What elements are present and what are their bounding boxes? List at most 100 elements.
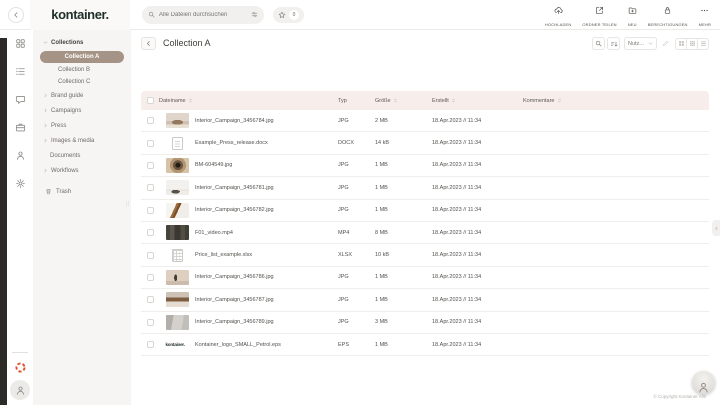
file-created: 18.Apr.2023 // 11:34 xyxy=(432,140,523,146)
person-photo-icon xyxy=(697,381,710,394)
grid-large-icon xyxy=(678,40,685,47)
row-checkbox[interactable] xyxy=(147,252,154,259)
sidebar-item-collection-b[interactable]: Collection B xyxy=(33,64,131,76)
action-label: BERECHTIGUNGEN xyxy=(648,22,688,27)
file-name: Price_list_example.xlsx xyxy=(195,252,338,258)
table-row[interactable]: Price_list_example.xlsx XLSX 10 kB 18.Ap… xyxy=(141,244,709,266)
search-input[interactable] xyxy=(159,12,247,18)
table-row[interactable]: F01_video.mp4 MP4 8 MB 18.Apr.2023 // 11… xyxy=(141,222,709,244)
file-name: Example_Press_release.docx xyxy=(195,140,338,146)
workspace-briefcase-icon[interactable] xyxy=(15,122,26,133)
row-checkbox[interactable] xyxy=(147,140,154,147)
table-row[interactable]: Interior_Campaign_3456789.jpg JPG 3 MB 1… xyxy=(141,312,709,334)
account-avatar[interactable] xyxy=(10,380,30,400)
more-dots-icon xyxy=(700,2,709,20)
view-list-button[interactable] xyxy=(697,38,709,50)
list-view-icon[interactable] xyxy=(15,66,26,77)
column-header-erstellt[interactable]: Erstellt xyxy=(432,98,523,104)
share-folder-button[interactable]: ORDNER TEILEN xyxy=(582,2,616,27)
file-size: 1 MB xyxy=(375,274,432,280)
table-row[interactable]: kontainer. Kontainer_logo_SMALL_Petrol.e… xyxy=(141,334,709,356)
permissions-button[interactable]: BERECHTIGUNGEN xyxy=(648,2,688,27)
edit-icon[interactable] xyxy=(662,40,669,47)
row-checkbox[interactable] xyxy=(147,274,154,281)
sidebar-item-brand-guide[interactable]: Brand guide xyxy=(33,88,131,103)
row-checkbox[interactable] xyxy=(147,207,154,214)
row-checkbox[interactable] xyxy=(147,341,154,348)
column-header-kommentare[interactable]: Kommentare xyxy=(523,98,709,104)
sidebar: CollectionsCollection ACollection BColle… xyxy=(33,30,131,405)
table-row[interactable]: BM-604549.jpg JPG 1 MB 18.Apr.2023 // 11… xyxy=(141,155,709,177)
action-label: ORDNER TEILEN xyxy=(582,22,616,27)
row-checkbox[interactable] xyxy=(147,184,154,191)
row-checkbox[interactable] xyxy=(147,229,154,236)
more-button[interactable]: MEHR xyxy=(699,2,711,27)
table-row[interactable]: Example_Press_release.docx DOCX 14 kB 18… xyxy=(141,132,709,154)
row-checkbox[interactable] xyxy=(147,162,154,169)
file-size: 1 MB xyxy=(375,342,432,348)
global-search[interactable] xyxy=(142,6,264,24)
table-row[interactable]: Interior_Campaign_3456782.jpg JPG 1 MB 1… xyxy=(141,200,709,222)
file-type: EPS xyxy=(338,342,375,348)
users-icon[interactable] xyxy=(15,150,26,161)
column-header-typ[interactable]: Typ xyxy=(338,98,375,104)
file-name: Interior_Campaign_3456781.jpg xyxy=(195,185,338,191)
search-in-folder-button[interactable] xyxy=(592,37,605,50)
comments-icon[interactable] xyxy=(15,94,26,105)
sidebar-item-collection-c[interactable]: Collection C xyxy=(33,76,131,88)
file-type: JPG xyxy=(338,297,375,303)
filter-sliders-icon[interactable] xyxy=(251,11,258,18)
favorites-button[interactable]: 0 xyxy=(273,7,304,23)
collapse-back-button[interactable] xyxy=(8,7,24,23)
table-row[interactable]: Interior_Campaign_3456781.jpg JPG 1 MB 1… xyxy=(141,177,709,199)
sidebar-item-collection-a[interactable]: Collection A xyxy=(40,51,124,63)
chevron-right-icon xyxy=(43,108,48,113)
dashboard-grid-icon[interactable] xyxy=(15,38,26,49)
support-chat-avatar[interactable] xyxy=(692,371,715,394)
right-panel-toggle[interactable] xyxy=(712,220,720,236)
sidebar-item-campaigns[interactable]: Campaigns xyxy=(33,103,131,118)
sort-button[interactable] xyxy=(607,37,620,50)
file-created: 18.Apr.2023 // 11:34 xyxy=(432,230,523,236)
sidebar-item-press[interactable]: Press xyxy=(33,118,131,133)
table-row[interactable]: Interior_Campaign_3456786.jpg JPG 1 MB 1… xyxy=(141,267,709,289)
app-logo[interactable]: kontainer. xyxy=(30,0,130,30)
file-created: 18.Apr.2023 // 11:34 xyxy=(432,252,523,258)
content-toolbar: Nutz... xyxy=(592,37,709,50)
collapsed-panel-strip[interactable] xyxy=(0,38,7,405)
sidebar-item-images-media[interactable]: Images & media xyxy=(33,133,131,148)
select-all-checkbox[interactable] xyxy=(147,97,154,104)
new-button[interactable]: NEU xyxy=(628,2,637,27)
sidebar-item-trash[interactable]: Trash xyxy=(33,184,131,199)
row-checkbox[interactable] xyxy=(147,296,154,303)
search-icon xyxy=(148,11,155,18)
sidebar-item-documents[interactable]: Documents xyxy=(33,148,131,163)
sidebar-item-collections[interactable]: Collections xyxy=(33,35,131,50)
table-row[interactable]: Interior_Campaign_3456784.jpg JPG 2 MB 1… xyxy=(141,110,709,132)
column-header-groesse[interactable]: Größe xyxy=(375,98,432,104)
back-button[interactable] xyxy=(141,37,156,50)
settings-gear-icon[interactable] xyxy=(15,178,26,189)
file-created: 18.Apr.2023 // 11:34 xyxy=(432,297,523,303)
chevron-left-icon xyxy=(12,11,20,19)
sidebar-item-workflows[interactable]: Workflows xyxy=(33,163,131,178)
file-type: JPG xyxy=(338,319,375,325)
chevron-right-icon xyxy=(43,93,48,98)
help-support-icon[interactable] xyxy=(14,361,27,374)
sidebar-resize-handle[interactable] xyxy=(124,200,131,209)
upload-button[interactable]: HOCHLADEN xyxy=(545,2,571,27)
column-header-dateiname[interactable]: Dateiname xyxy=(159,98,338,104)
icon-rail xyxy=(0,30,33,405)
file-type: XLSX xyxy=(338,252,375,258)
action-label: HOCHLADEN xyxy=(545,22,571,27)
usage-filter-dropdown[interactable]: Nutz... xyxy=(624,37,657,50)
row-checkbox[interactable] xyxy=(147,117,154,124)
file-size: 8 MB xyxy=(375,230,432,236)
file-created: 18.Apr.2023 // 11:34 xyxy=(432,342,523,348)
trash-icon xyxy=(45,188,52,195)
row-checkbox[interactable] xyxy=(147,319,154,326)
table-row[interactable]: Interior_Campaign_3456787.jpg JPG 1 MB 1… xyxy=(141,289,709,311)
main-content: Collection A Nutz... Da xyxy=(131,30,720,405)
topbar: kontainer. 0 HOCHLADEN ORDNER TEILEN NEU… xyxy=(0,0,720,30)
dropdown-value: Nutz... xyxy=(628,41,644,47)
